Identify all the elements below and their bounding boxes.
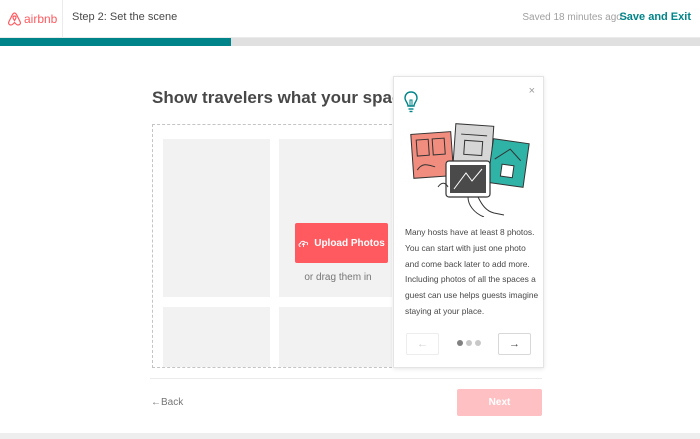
upload-photos-button[interactable]: Upload Photos — [295, 223, 388, 263]
logo-wordmark: airbnb — [24, 12, 58, 26]
pagination-dot[interactable] — [457, 340, 463, 346]
back-link[interactable]: ←Back — [151, 397, 183, 408]
arrow-left-icon: ← — [417, 338, 428, 350]
step-title: Step 2: Set the scene — [72, 11, 178, 23]
lightbulb-icon — [404, 91, 418, 113]
header-divider — [62, 0, 63, 38]
arrow-left-icon: ← — [151, 397, 161, 408]
tip-text: Many hosts have at least 8 photos. You c… — [405, 227, 539, 316]
cloud-upload-icon — [298, 240, 309, 247]
pagination-dot[interactable] — [466, 340, 472, 346]
close-tip-button[interactable]: × — [529, 85, 535, 97]
upload-photos-label: Upload Photos — [314, 237, 385, 249]
saved-text: Saved 18 minutes ago — [522, 12, 622, 23]
progress-bar-fill — [0, 38, 231, 46]
progress-bar — [0, 38, 700, 46]
tip-card: × Many hosts have at least 8 photos. You… — [393, 76, 544, 368]
arrow-right-icon: → — [509, 338, 520, 350]
photos-illustration — [410, 123, 530, 217]
tip-pagination — [457, 340, 481, 346]
photo-placeholder — [163, 139, 270, 297]
airbnb-logo[interactable]: airbnb — [8, 9, 57, 29]
pagination-dot[interactable] — [475, 340, 481, 346]
tip-prev-button[interactable]: ← — [406, 333, 439, 355]
photo-placeholder — [279, 307, 392, 367]
save-and-exit-link[interactable]: Save and Exit — [619, 11, 691, 23]
photo-placeholder — [163, 307, 270, 367]
tip-next-button[interactable]: → — [498, 333, 531, 355]
next-button[interactable]: Next — [457, 389, 542, 416]
airbnb-belo-icon — [8, 12, 21, 26]
next-label: Next — [488, 397, 511, 408]
window-bottom-bar — [0, 433, 700, 439]
footer-divider — [150, 378, 542, 379]
saved-status: Saved 18 minutes ago · — [522, 12, 628, 23]
drag-hint: or drag them in — [304, 272, 372, 283]
back-label: Back — [161, 397, 184, 408]
top-header: airbnb Step 2: Set the scene Saved 18 mi… — [0, 0, 700, 38]
